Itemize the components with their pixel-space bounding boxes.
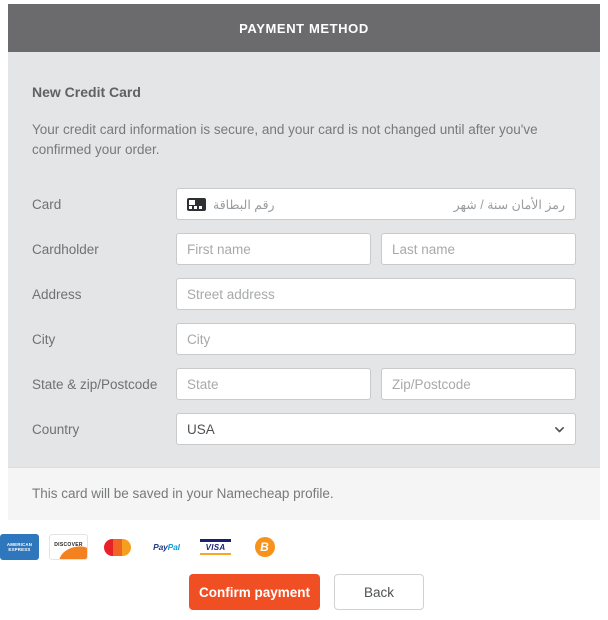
country-row: Country USA (32, 413, 576, 445)
paypal-label: PayPal (153, 542, 180, 552)
amex-line2: EXPRESS (8, 547, 31, 552)
section-title: New Credit Card (32, 84, 141, 100)
visa-icon: VISA (196, 534, 235, 560)
back-button[interactable]: Back (334, 574, 424, 610)
state-zip-label: State & zip/Postcode (32, 376, 158, 392)
amex-icon: AMERICAN EXPRESS (0, 534, 39, 560)
discover-label: DISCOVER (54, 542, 83, 548)
card-row: Card رقم البطاقة رمز الأمان سنة / شهر (32, 188, 576, 220)
zip-placeholder: Zip/Postcode (392, 376, 471, 392)
first-name-input[interactable]: First name (176, 233, 371, 265)
address-label: Address (32, 286, 82, 302)
address-input[interactable]: Street address (176, 278, 576, 310)
visa-top-bar (200, 539, 231, 542)
state-zip-row: State & zip/Postcode State Zip/Postcode (32, 368, 576, 400)
chevron-down-icon (555, 426, 564, 432)
intro-text: Your credit card information is secure, … (32, 122, 538, 157)
paypal-pal: Pal (167, 542, 180, 552)
state-placeholder: State (187, 376, 219, 392)
last-name-input[interactable]: Last name (381, 233, 576, 265)
accepted-payment-brands: AMERICAN EXPRESS DISCOVER PayPal VISA B (0, 534, 284, 560)
visa-bottom-bar (200, 552, 231, 555)
card-label: Card (32, 196, 62, 212)
panel-header: PAYMENT METHOD (8, 4, 600, 52)
cardholder-row: Cardholder First name Last name (32, 233, 576, 265)
first-name-placeholder: First name (187, 241, 251, 257)
credit-card-icon (187, 197, 206, 211)
card-number-input[interactable]: رقم البطاقة رمز الأمان سنة / شهر (176, 188, 576, 220)
card-expiry-cvc-placeholder: رمز الأمان سنة / شهر (453, 197, 565, 212)
confirm-payment-button[interactable]: Confirm payment (189, 574, 320, 610)
country-label: Country (32, 421, 80, 437)
country-select[interactable]: USA (176, 413, 576, 445)
visa-label: VISA (205, 543, 226, 552)
city-placeholder: City (187, 331, 211, 347)
city-input[interactable]: City (176, 323, 576, 355)
payment-form: New Credit Card Your credit card informa… (8, 52, 600, 467)
form-actions: Confirm payment Back (189, 574, 424, 610)
address-row: Address Street address (32, 278, 576, 310)
zip-input[interactable]: Zip/Postcode (381, 368, 576, 400)
cardholder-label: Cardholder (32, 241, 99, 257)
bitcoin-symbol: B (254, 537, 275, 557)
mastercard-icon (98, 534, 137, 560)
card-number-placeholder: رقم البطاقة (213, 197, 275, 212)
discover-icon: DISCOVER (49, 534, 88, 560)
country-selected-value: USA (187, 421, 215, 437)
save-card-note: This card will be saved in your Namechea… (8, 467, 600, 520)
paypal-pay: Pay (153, 542, 168, 552)
last-name-placeholder: Last name (392, 241, 456, 257)
page-title: PAYMENT METHOD (239, 20, 369, 36)
paypal-icon: PayPal (147, 534, 186, 560)
city-row: City City (32, 323, 576, 355)
address-placeholder: Street address (187, 286, 275, 302)
bitcoin-icon: B (245, 534, 284, 560)
payment-method-panel: PAYMENT METHOD New Credit Card Your cred… (8, 4, 600, 520)
save-card-note-text: This card will be saved in your Namechea… (32, 486, 334, 501)
mastercard-overlap (113, 538, 122, 556)
state-input[interactable]: State (176, 368, 371, 400)
city-label: City (32, 331, 56, 347)
